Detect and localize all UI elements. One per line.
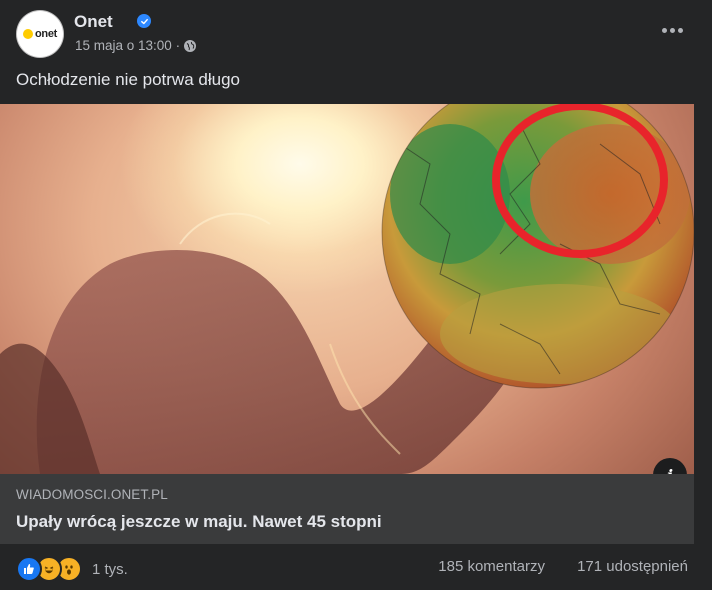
post-meta: 15 maja o 13:00 · bbox=[75, 38, 197, 53]
shares-count-link[interactable]: 171 udostępnień bbox=[577, 558, 688, 575]
verified-badge-icon bbox=[137, 14, 151, 28]
link-preview-card[interactable]: WIADOMOSCI.ONET.PL Upały wrócą jeszcze w… bbox=[0, 474, 694, 544]
more-dot-icon bbox=[661, 27, 667, 33]
page-avatar[interactable]: onet bbox=[16, 10, 64, 58]
reactions-summary[interactable]: 1 tys. bbox=[16, 556, 128, 582]
more-options-button[interactable] bbox=[654, 18, 690, 42]
like-icon bbox=[16, 556, 42, 582]
more-dot-icon bbox=[677, 27, 683, 33]
post-stats: 1 tys. 185 komentarzy 171 udostępnień bbox=[16, 556, 688, 586]
link-preview-image[interactable] bbox=[0, 104, 694, 474]
comments-count-link[interactable]: 185 komentarzy bbox=[438, 558, 545, 575]
post-caption: Ochłodzenie nie potrwa długo bbox=[16, 70, 240, 89]
page-name-link[interactable]: Onet bbox=[74, 12, 113, 32]
avatar-logo-text: onet bbox=[34, 28, 58, 40]
woman-silhouette-image bbox=[0, 104, 694, 474]
logo-dot-icon bbox=[22, 29, 33, 39]
more-dot-icon bbox=[669, 27, 675, 33]
link-title: Upały wrócą jeszcze w maju. Nawet 45 sto… bbox=[16, 512, 382, 531]
globe-icon[interactable] bbox=[184, 39, 197, 52]
timestamp-link[interactable]: 15 maja o 13:00 · bbox=[75, 38, 180, 53]
link-domain: WIADOMOSCI.ONET.PL bbox=[16, 487, 168, 502]
reaction-count: 1 tys. bbox=[92, 560, 128, 578]
post-header: onet Onet 15 maja o 13:00 · bbox=[16, 10, 696, 62]
